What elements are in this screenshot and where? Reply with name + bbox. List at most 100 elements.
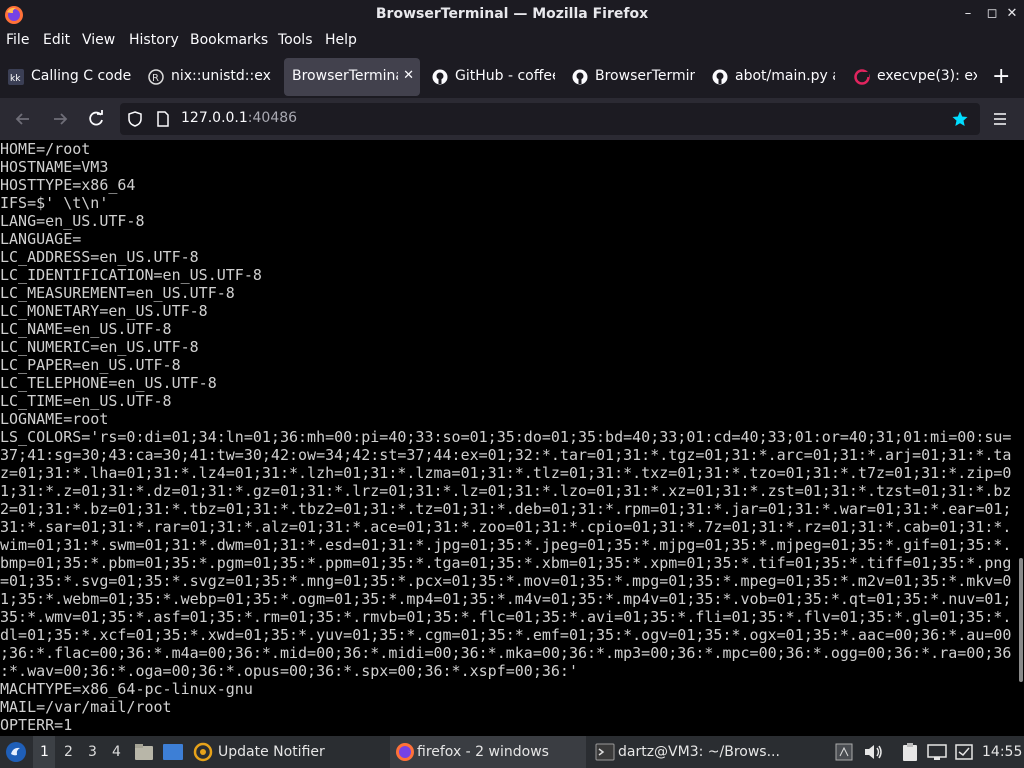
- tab-label: abot/main.py a: [735, 68, 835, 84]
- terminal-line: ;36:*.flac=00;36:*.m4a=00;36:*.mid=00;36…: [0, 644, 1012, 662]
- hamburger-menu-icon[interactable]: [990, 109, 1010, 129]
- terminal-line: LC_IDENTIFICATION=en_US.UTF-8: [0, 266, 262, 284]
- close-window-button[interactable]: ✕: [1002, 4, 1022, 24]
- terminal-line: LC_NAME=en_US.UTF-8: [0, 320, 172, 338]
- menu-file[interactable]: File: [6, 32, 29, 48]
- terminal-line: LANG=en_US.UTF-8: [0, 212, 145, 230]
- terminal-line: dl=01;35:*.xcf=01;35:*.xwd=01;35:*.yuv=0…: [0, 626, 1012, 644]
- tab-execvpe[interactable]: execvpe(3): ex: [846, 58, 984, 96]
- github-icon: [572, 69, 588, 85]
- terminal-line: LC_TIME=en_US.UTF-8: [0, 392, 172, 410]
- terminal-line: LS_COLORS='rs=0:di=01;34:ln=01;36:mh=00:…: [0, 428, 1012, 446]
- terminal-line: LC_ADDRESS=en_US.UTF-8: [0, 248, 199, 266]
- rust-favicon-icon: R: [148, 69, 164, 85]
- github-icon: [432, 69, 448, 85]
- menu-view[interactable]: View: [82, 32, 115, 48]
- show-desktop-icon[interactable]: [162, 743, 184, 761]
- page-icon[interactable]: [154, 110, 172, 128]
- workspace-2[interactable]: 2: [64, 744, 73, 760]
- terminal-line: LOGNAME=root: [0, 410, 109, 428]
- clock[interactable]: 14:55: [982, 744, 1022, 760]
- terminal-line: LC_NUMERIC=en_US.UTF-8: [0, 338, 199, 356]
- terminal-line: =01;35:*.svg=01;35:*.svgz=01;35:*.mng=01…: [0, 572, 1012, 590]
- terminal-line: 1;31:*.z=01;31:*.dz=01;31:*.gz=01;31:*.l…: [0, 482, 1012, 500]
- terminal-line: 35:*.wmv=01;35:*.asf=01;35:*.rm=01;35:*.…: [0, 608, 1012, 626]
- workspace-1[interactable]: 1: [40, 744, 49, 760]
- terminal-line: OPTERR=1: [0, 716, 73, 734]
- reload-icon[interactable]: [86, 109, 106, 129]
- terminal-line: IFS=$' \t\n': [0, 194, 109, 212]
- terminal-line: MACHTYPE=x86_64-pc-linux-gnu: [0, 680, 253, 698]
- menu-help[interactable]: Help: [325, 32, 357, 48]
- tab-calling-c-code[interactable]: kk Calling C code: [0, 58, 140, 96]
- tab-github-coffee[interactable]: GitHub - coffee: [424, 58, 564, 96]
- terminal-line: z=01;31:*.lha=01;31:*.lz4=01;31:*.lzh=01…: [0, 464, 1012, 482]
- terminal-line: wim=01;31:*.swm=01;31:*.dwm=01;31:*.esd=…: [0, 536, 1012, 554]
- input-method-icon[interactable]: [834, 742, 854, 762]
- menu-bar: File Edit View History Bookmarks Tools H…: [0, 30, 1024, 52]
- svg-text:R: R: [152, 73, 159, 84]
- url-port: :40486: [247, 110, 298, 126]
- file-manager-icon[interactable]: [134, 743, 154, 761]
- new-tab-button[interactable]: +: [992, 66, 1010, 88]
- kk-favicon-icon: kk: [8, 69, 24, 85]
- window-title: BrowserTerminal — Mozilla Firefox: [375, 6, 649, 22]
- terminal-task-label[interactable]: dartz@VM3: ~/Brows...: [618, 744, 780, 760]
- clipboard-icon[interactable]: [900, 742, 920, 762]
- scrollbar-thumb[interactable]: [1019, 558, 1023, 682]
- terminal-line: LC_TELEPHONE=en_US.UTF-8: [0, 374, 217, 392]
- network-icon[interactable]: [926, 742, 948, 762]
- workspace-4[interactable]: 4: [112, 744, 121, 760]
- terminal-scrollbar[interactable]: [1018, 140, 1024, 736]
- menu-history[interactable]: History: [129, 32, 179, 48]
- maximize-button[interactable]: ◻: [982, 4, 1002, 24]
- menu-bookmarks[interactable]: Bookmarks: [190, 32, 268, 48]
- tab-browserterminal-active[interactable]: BrowserTermina ✕: [284, 58, 420, 96]
- terminal-line: HOSTNAME=VM3: [0, 158, 109, 176]
- menu-edit[interactable]: Edit: [43, 32, 70, 48]
- notifications-icon[interactable]: [954, 742, 974, 762]
- tab-bar: kk Calling C code R nix::unistd::ex Brow…: [0, 56, 1024, 98]
- terminal-line: 2=01;31:*.bz=01;31:*.tbz=01;31:*.tbz2=01…: [0, 500, 1012, 518]
- tab-label: execvpe(3): ex: [877, 68, 977, 84]
- firefox-task-active[interactable]: firefox - 2 windows: [390, 736, 586, 768]
- forward-arrow-icon[interactable]: [50, 109, 70, 129]
- terminal-line: HOME=/root: [0, 140, 91, 158]
- tab-nix-unistd[interactable]: R nix::unistd::ex: [140, 58, 280, 96]
- tab-browserterminal-github[interactable]: BrowserTermin: [564, 58, 704, 96]
- tab-label: GitHub - coffee: [455, 68, 555, 84]
- workspace-3[interactable]: 3: [88, 744, 97, 760]
- back-arrow-icon[interactable]: [13, 109, 33, 129]
- update-notifier-icon[interactable]: [193, 742, 213, 762]
- firefox-task-label: firefox - 2 windows: [417, 744, 549, 760]
- bookmark-star-icon[interactable]: [951, 110, 969, 128]
- tab-label: nix::unistd::ex: [171, 68, 271, 84]
- firefox-icon: [396, 743, 414, 761]
- terminal-icon[interactable]: [595, 743, 615, 761]
- terminal-output[interactable]: HOME=/root HOSTNAME=VM3 HOSTTYPE=x86_64 …: [0, 140, 1018, 736]
- url-host: 127.0.0.1: [181, 110, 248, 126]
- minimize-button[interactable]: –: [958, 4, 978, 24]
- terminal-line: :*.wav=00;36:*.oga=00;36:*.opus=00;36:*.…: [0, 662, 578, 680]
- terminal-line: 31:*.sar=01;31:*.rar=01;31:*.alz=01;31:*…: [0, 518, 1012, 536]
- terminal-line: LC_MEASUREMENT=en_US.UTF-8: [0, 284, 235, 302]
- menu-tools[interactable]: Tools: [278, 32, 313, 48]
- terminal-line: 1;35:*.webm=01;35:*.webp=01;35:*.ogm=01;…: [0, 590, 1012, 608]
- window-titlebar: BrowserTerminal — Mozilla Firefox – ◻ ✕: [0, 0, 1024, 30]
- url-text[interactable]: 127.0.0.1:40486: [181, 110, 297, 126]
- tab-label: BrowserTermin: [595, 68, 695, 84]
- navigation-bar: 127.0.0.1:40486: [0, 98, 1024, 140]
- close-tab-icon[interactable]: ✕: [403, 68, 414, 83]
- terminal-line: 37;41:sg=30;43:ca=30;41:tw=30;42:ow=34;4…: [0, 446, 1012, 464]
- volume-icon[interactable]: [862, 742, 884, 762]
- terminal-line: HOSTTYPE=x86_64: [0, 176, 136, 194]
- terminal-line: LANGUAGE=: [0, 230, 82, 248]
- terminal-line: LC_PAPER=en_US.UTF-8: [0, 356, 181, 374]
- start-menu-icon[interactable]: [5, 741, 27, 763]
- github-icon: [712, 69, 728, 85]
- taskbar: 1 2 3 4 Update Notifier firefox - 2 wind…: [0, 736, 1024, 768]
- update-notifier-task[interactable]: Update Notifier: [218, 744, 325, 760]
- url-bar[interactable]: 127.0.0.1:40486: [120, 103, 980, 135]
- shield-icon[interactable]: [126, 110, 144, 128]
- tab-abot-main[interactable]: abot/main.py a: [704, 58, 844, 96]
